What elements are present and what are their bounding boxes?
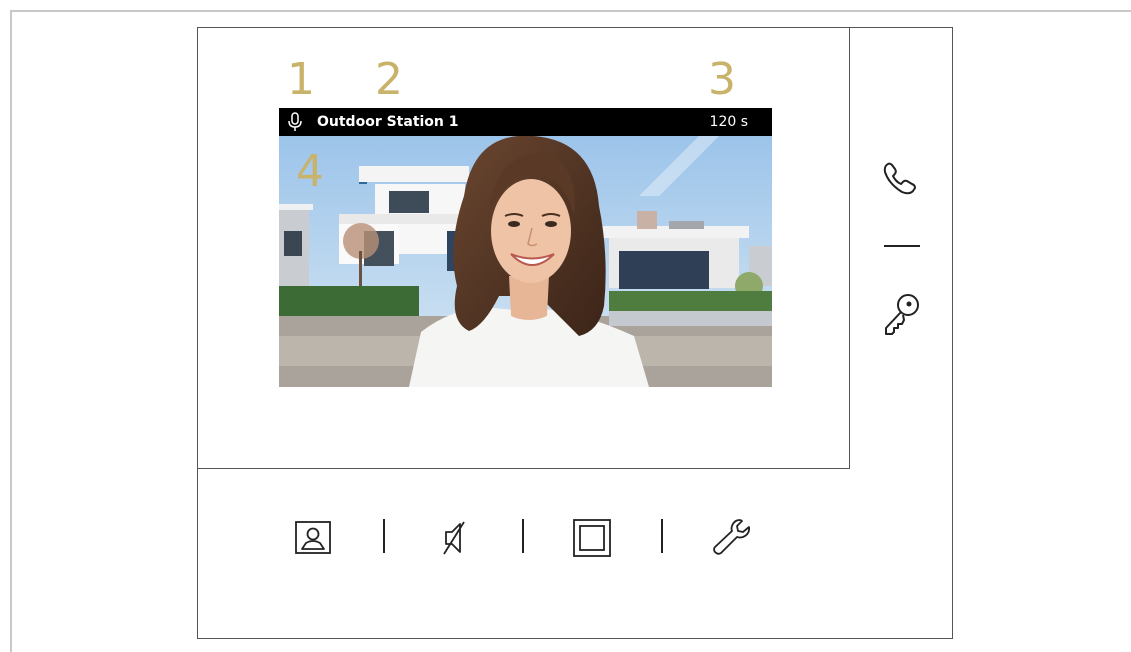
bottom-divider-3 (661, 519, 663, 553)
side-divider (884, 245, 920, 247)
callout-4: 4 (296, 146, 324, 197)
callout-2: 2 (375, 54, 403, 105)
mute-speaker-icon[interactable] (440, 518, 470, 562)
bottom-divider-1 (383, 519, 385, 553)
video-feed (279, 136, 772, 387)
callout-3: 3 (708, 54, 736, 105)
video-screen[interactable]: Outdoor Station 1 120 s (279, 108, 772, 387)
callout-1: 1 (287, 54, 315, 105)
fullscreen-square-icon[interactable] (572, 518, 612, 562)
status-bar: Outdoor Station 1 120 s (279, 108, 772, 136)
bottom-divider-2 (522, 519, 524, 553)
contact-photo-icon[interactable] (294, 520, 334, 560)
key-icon[interactable] (882, 292, 922, 342)
wrench-settings-icon[interactable] (710, 516, 754, 562)
call-timer: 120 s (709, 114, 748, 130)
phone-icon[interactable] (880, 160, 920, 202)
station-name: Outdoor Station 1 (317, 114, 459, 130)
microphone-icon (287, 112, 303, 132)
